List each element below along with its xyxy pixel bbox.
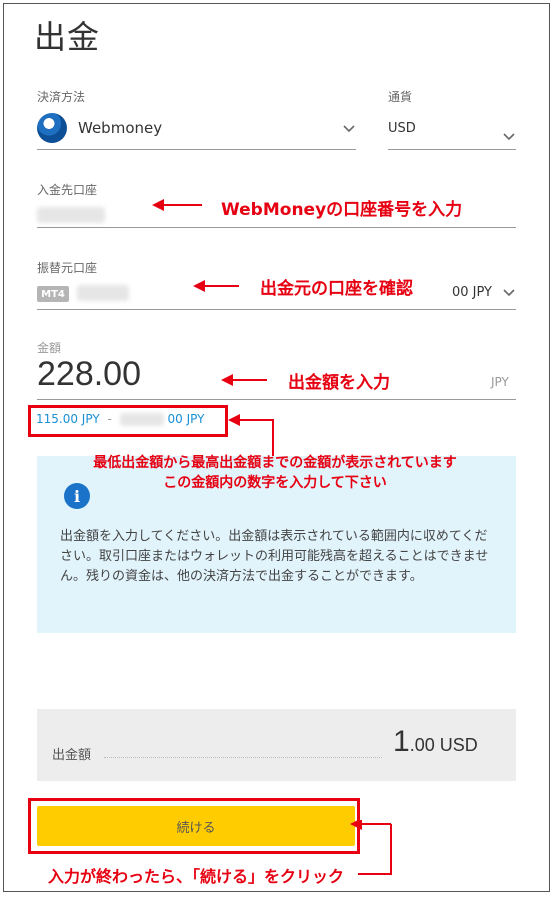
annotation-arrow-left <box>152 199 202 211</box>
amount-currency: JPY <box>491 375 509 389</box>
summary-dots <box>104 757 382 758</box>
page-title: 出金 <box>34 18 101 56</box>
mt4-badge: MT4 <box>37 286 69 302</box>
range-separator: - <box>107 412 112 426</box>
dest-account-value-redacted <box>37 207 105 223</box>
range-max-redacted <box>119 413 164 426</box>
annotation-connector-arrow <box>228 414 274 456</box>
amount-label: 金額 <box>37 341 62 355</box>
annotation-dest-account: WebMoneyの口座番号を入力 <box>221 200 463 220</box>
info-icon: i <box>64 483 90 509</box>
annotation-source-account: 出金元の口座を確認 <box>260 279 413 299</box>
source-account-number-redacted <box>77 285 129 301</box>
amount-value: 228.00 <box>37 355 141 393</box>
currency-label: 通貨 <box>388 90 413 104</box>
annotation-continue: 入力が終わったら、「続ける」をクリック <box>48 867 345 886</box>
summary-label: 出金額 <box>52 748 92 763</box>
chevron-down-icon <box>503 289 515 297</box>
info-text: 出金額を入力してください。出金額は表示されている範囲内に収めてください。取引口座… <box>60 529 489 584</box>
annotation-arrow-left <box>193 280 239 292</box>
chevron-down-icon <box>343 125 355 133</box>
source-account-balance: 00 JPY <box>452 285 493 300</box>
range-max: 00 JPY <box>167 412 205 426</box>
payment-method-underline <box>37 149 356 150</box>
annotation-info-line1: 最低出金額から最高出金額までの金額が表示されています <box>93 455 457 471</box>
payment-method-value: Webmoney <box>78 119 163 137</box>
dest-account-underline <box>37 227 516 228</box>
annotation-info: 最低出金額から最高出金額までの金額が表示されています この金額内の数字を入力して… <box>40 453 510 493</box>
currency-underline <box>388 149 516 150</box>
annotation-connector-arrow <box>350 820 392 875</box>
chevron-down-icon <box>503 133 515 141</box>
range-min: 115.00 JPY <box>36 412 100 426</box>
amount-range: 115.00 JPY - 00 JPY <box>36 412 204 426</box>
summary-value: 1.00 USD <box>393 725 478 759</box>
annotation-arrow-left <box>221 374 267 386</box>
annotation-amount: 出金額を入力 <box>288 373 390 393</box>
summary-value-big: 1 <box>393 725 410 758</box>
summary-value-small: .00 USD <box>409 735 478 755</box>
payment-method-label: 決済方法 <box>37 90 86 104</box>
source-account-underline <box>37 309 516 310</box>
continue-button[interactable]: 続ける <box>37 806 355 846</box>
source-account-label: 振替元口座 <box>37 261 98 275</box>
currency-value: USD <box>388 121 416 136</box>
dest-account-label: 入金先口座 <box>37 183 98 197</box>
webmoney-logo-icon <box>37 113 67 143</box>
annotation-info-line2: この金額内の数字を入力して下さい <box>163 475 387 491</box>
amount-underline <box>37 399 516 400</box>
